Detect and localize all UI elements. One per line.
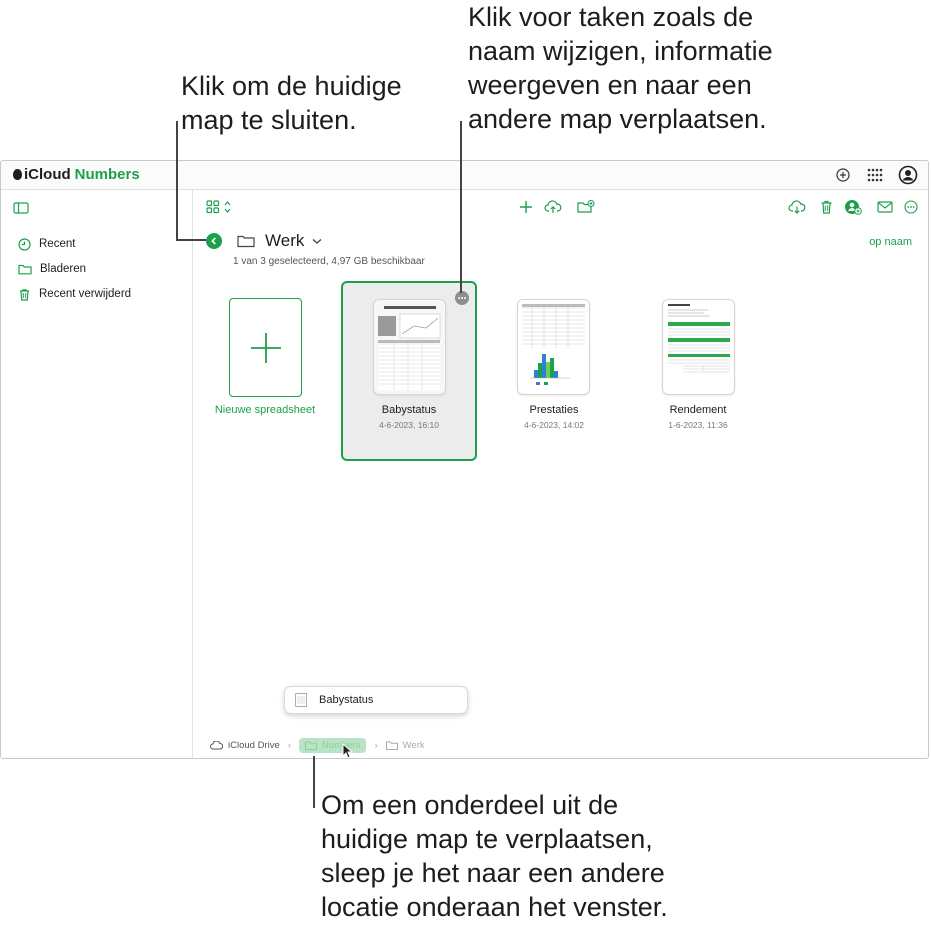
drag-preview[interactable]: Babystatus: [284, 686, 468, 714]
download-icon[interactable]: [787, 197, 807, 217]
sidebar-item-recent[interactable]: Recent: [18, 234, 75, 254]
more-icon: [458, 297, 466, 299]
app-brand[interactable]: iCloud Numbers: [13, 166, 140, 183]
breadcrumb-werk[interactable]: Werk: [385, 740, 425, 751]
apple-logo-icon: [13, 169, 22, 180]
app-window: iCloud Numbers Recent Bladeren Recent ve…: [0, 160, 929, 759]
sidebar-item-label: Recent verwijderd: [39, 288, 132, 300]
close-folder-button[interactable]: [206, 233, 222, 249]
collaborate-icon[interactable]: [843, 197, 863, 217]
new-spreadsheet-button[interactable]: [229, 298, 302, 397]
chevron-left-icon: [211, 237, 216, 245]
folder-status: 1 van 3 geselecteerd, 4,97 GB beschikbaa…: [233, 256, 425, 267]
sidebar-item-label: Bladeren: [40, 263, 87, 275]
folder-title-menu[interactable]: Werk: [237, 231, 332, 251]
mail-icon[interactable]: [875, 197, 895, 217]
file-date: 1-6-2023, 11:36: [668, 420, 728, 430]
sidebar-toggle-icon[interactable]: [11, 198, 31, 218]
trash-icon: [20, 288, 29, 301]
add-circle-icon[interactable]: [833, 165, 853, 185]
breadcrumb-numbers[interactable]: Numbers: [298, 738, 367, 753]
file-name: Babystatus: [381, 404, 437, 416]
file-thumbnail[interactable]: [517, 299, 590, 395]
folder-icon: [304, 741, 317, 750]
upload-icon[interactable]: [543, 197, 563, 217]
breadcrumb-icloud-drive[interactable]: iCloud Drive: [210, 740, 280, 751]
callout-close-folder: Klik om de huidige map te sluiten.: [181, 71, 402, 135]
leader-line: [176, 121, 178, 241]
plus-icon[interactable]: [516, 197, 536, 217]
chevron-down-icon: [312, 238, 322, 244]
view-options-icon[interactable]: [205, 197, 233, 217]
file-label: Babystatus 4-6-2023, 16:10: [341, 404, 477, 430]
file-thumbnail[interactable]: [662, 299, 735, 395]
mouse-pointer-icon: [342, 743, 354, 758]
file-name: Prestaties: [529, 404, 579, 416]
callout-more-actions: Klik voor taken zoals de naam wijzigen, …: [468, 2, 773, 134]
chevron-right-icon: ›: [287, 740, 291, 751]
page-title: Werk: [265, 231, 305, 250]
file-label: Prestaties 4-6-2023, 14:02: [486, 404, 622, 430]
clock-icon: [18, 237, 31, 251]
main-content: Werk 1 van 3 geselecteerd, 4,97 GB besch…: [193, 190, 928, 758]
file-name: Rendement: [669, 404, 727, 416]
folder-icon: [18, 264, 32, 275]
new-spreadsheet-label[interactable]: Nieuwe spreadsheet: [197, 404, 333, 416]
file-label: Rendement 1-6-2023, 11:36: [630, 404, 766, 430]
spreadsheet-file-icon: [295, 693, 307, 707]
leader-line: [460, 121, 462, 293]
account-icon[interactable]: [898, 165, 918, 185]
sort-button[interactable]: op naam: [869, 236, 912, 248]
new-folder-icon[interactable]: [576, 197, 596, 217]
folder-icon: [237, 235, 255, 248]
sidebar-item-browse[interactable]: Bladeren: [18, 259, 86, 279]
app-grid-icon[interactable]: [865, 165, 885, 185]
trash-icon[interactable]: [816, 197, 836, 217]
drag-preview-label: Babystatus: [319, 694, 374, 706]
new-spreadsheet-label-wrap: Nieuwe spreadsheet: [197, 404, 333, 416]
more-icon[interactable]: [901, 197, 921, 217]
chevron-right-icon: ›: [374, 740, 378, 751]
top-bar: iCloud Numbers: [1, 161, 928, 190]
plus-icon: [250, 332, 281, 363]
breadcrumb: iCloud Drive › Numbers › Werk: [210, 738, 425, 753]
cloud-icon: [210, 741, 223, 750]
file-thumbnail[interactable]: [373, 299, 446, 395]
leader-line: [176, 239, 206, 241]
more-actions-button[interactable]: [455, 291, 469, 305]
folder-icon: [385, 741, 398, 750]
callout-move-item: Om een onderdeel uit de huidige map te v…: [321, 790, 668, 922]
sidebar-item-recently-deleted[interactable]: Recent verwijderd: [18, 284, 131, 304]
sidebar-item-label: Recent: [39, 238, 76, 250]
file-date: 4-6-2023, 14:02: [523, 420, 585, 430]
file-date: 4-6-2023, 16:10: [378, 420, 440, 430]
sidebar: Recent Bladeren Recent verwijderd: [1, 190, 193, 758]
leader-line: [313, 756, 315, 808]
